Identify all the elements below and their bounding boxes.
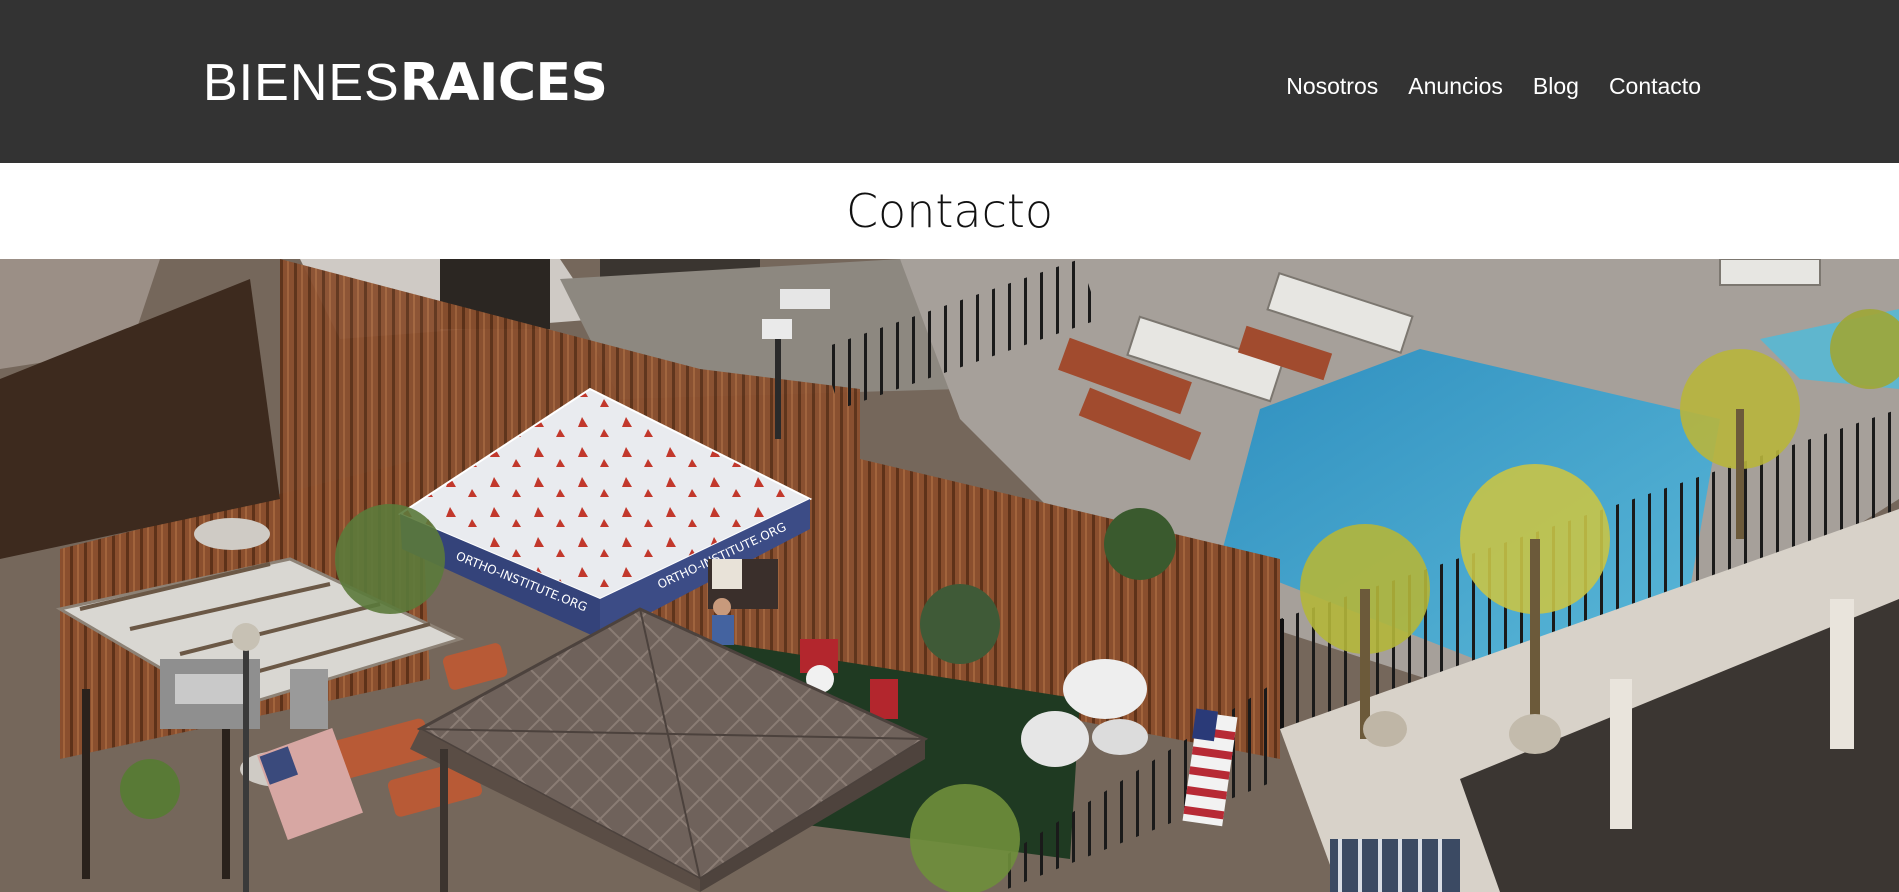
nav-link-anuncios[interactable]: Anuncios: [1408, 70, 1503, 102]
nav-link-contacto[interactable]: Contacto: [1609, 70, 1701, 102]
nav-link-blog[interactable]: Blog: [1533, 70, 1579, 102]
hero-image: ORTHO-INSTITUTE.ORG ORTHO-INSTITUTE.ORG: [0, 259, 1899, 892]
logo-light-text: BIENES: [203, 54, 400, 112]
logo[interactable]: BIENESRAICES: [203, 50, 608, 116]
page-title: Contacto: [845, 184, 1054, 238]
logo-bold-text: RAICES: [399, 53, 608, 113]
main-nav: Nosotros Anuncios Blog Contacto: [1286, 70, 1701, 102]
rooftop-illustration: ORTHO-INSTITUTE.ORG ORTHO-INSTITUTE.ORG: [0, 259, 1899, 892]
site-header: BIENESRAICES Nosotros Anuncios Blog Cont…: [0, 0, 1899, 163]
nav-link-nosotros[interactable]: Nosotros: [1286, 70, 1378, 102]
